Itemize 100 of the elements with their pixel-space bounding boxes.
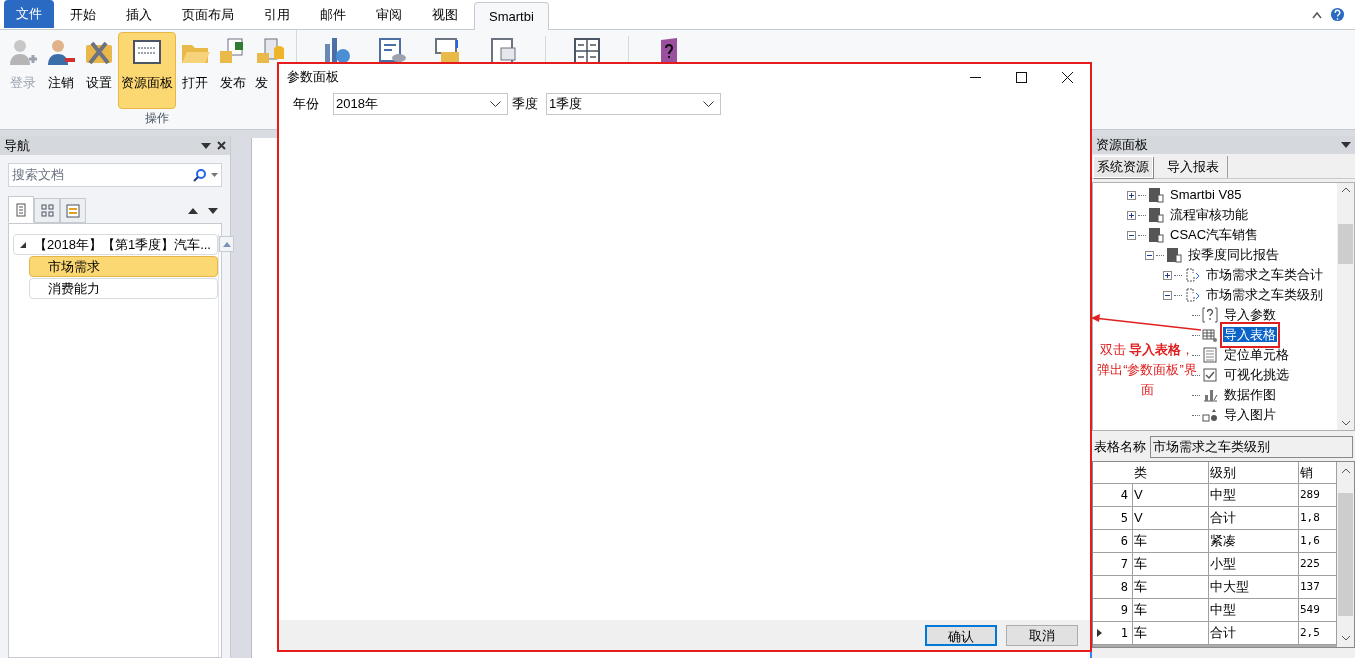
caret-icon[interactable] [1312, 11, 1322, 19]
scrollbar[interactable] [218, 234, 234, 657]
dropdown-icon[interactable] [201, 142, 211, 149]
ribbon-tab[interactable]: 开始 [56, 1, 110, 29]
help-icon[interactable] [1330, 7, 1345, 22]
report-icon [1184, 287, 1200, 303]
outline-heading[interactable]: 【2018年】【第1季度】汽车... [13, 234, 218, 255]
ribbon-tab[interactable]: 审阅 [362, 1, 416, 29]
row-header[interactable]: 4 [1093, 484, 1133, 506]
row-header[interactable]: 1 [1093, 622, 1133, 644]
table-cell: 中型 [1209, 484, 1299, 506]
param-label: 季度 [512, 95, 538, 114]
tree-item[interactable]: 数据作图 [1223, 387, 1277, 403]
ribbon-tab[interactable]: Smartbi [474, 2, 549, 30]
scrollbar[interactable] [1337, 462, 1354, 647]
table-name-field[interactable]: 市场需求之车类级别 [1150, 436, 1353, 458]
scroll-up-icon[interactable] [222, 241, 231, 247]
chevron-down-icon[interactable] [703, 101, 714, 107]
search-input[interactable]: 搜索文档 [12, 165, 193, 185]
up-arrow-icon[interactable] [188, 208, 198, 214]
table-cell: 车 [1133, 553, 1209, 575]
outline-item[interactable]: 市场需求 [29, 256, 218, 277]
maximize-icon [1015, 71, 1027, 83]
panel-tab[interactable]: 导入报表 [1159, 156, 1228, 178]
row-header[interactable]: 6 [1093, 530, 1133, 552]
row-header[interactable]: 5 [1093, 507, 1133, 529]
ribbon-tab[interactable]: 邮件 [306, 1, 360, 29]
tree-item[interactable]: CSAC汽车销售 [1169, 227, 1260, 243]
ribbon-tab[interactable]: 插入 [112, 1, 166, 29]
dropdown-icon[interactable] [1341, 142, 1351, 148]
param-dropdown[interactable]: 1季度 [546, 93, 721, 115]
folder-icon [1148, 227, 1164, 243]
column-header[interactable]: 级别 [1209, 462, 1299, 483]
table-cell: 车 [1133, 599, 1209, 621]
scroll-down-icon[interactable] [1341, 421, 1350, 426]
tree-item[interactable]: 导入图片 [1223, 407, 1277, 423]
tree-item[interactable]: Smartbi V85 [1169, 187, 1243, 203]
report-icon [1184, 267, 1200, 283]
ribbon-button[interactable]: 发布 [214, 32, 252, 109]
scroll-up-icon[interactable] [1341, 187, 1350, 192]
expand-icon[interactable] [1127, 190, 1136, 200]
table-cell: 中大型 [1209, 576, 1299, 598]
scrollbar-thumb[interactable] [1338, 224, 1353, 264]
tree-item[interactable]: 流程审核功能 [1169, 207, 1249, 223]
ribbon-button[interactable]: 打开 [176, 32, 214, 109]
panel-title: 资源面板 [1096, 136, 1149, 155]
dialog-title: 参数面板 [287, 68, 340, 87]
scrollbar[interactable] [1337, 183, 1354, 430]
caret-icon[interactable] [211, 173, 218, 177]
view-tab[interactable] [60, 198, 86, 223]
collapse-icon[interactable] [20, 241, 26, 248]
expand-icon[interactable] [1127, 210, 1136, 220]
ribbon-tab[interactable]: 引用 [250, 1, 304, 29]
ribbon-button[interactable]: 设置 [80, 32, 118, 109]
tree-item[interactable]: 可视化挑选 [1223, 367, 1290, 383]
expand-icon[interactable] [1163, 270, 1172, 280]
dialog-button[interactable]: 确认 [925, 624, 997, 646]
annotation-text: 双击 导入表格，弹出“参数面板”界面 [1096, 341, 1198, 399]
ribbon-tab[interactable]: 页面布局 [168, 1, 248, 29]
panel-tab[interactable]: 系统资源 [1093, 156, 1153, 178]
table-icon [1202, 327, 1218, 343]
tree-item[interactable]: 市场需求之车类合计 [1205, 267, 1324, 283]
ribbon-tab[interactable]: 视图 [418, 1, 472, 29]
search-field[interactable]: 搜索文档 [8, 163, 222, 187]
close-icon[interactable] [217, 141, 226, 150]
field-label: 表格名称 [1094, 438, 1146, 457]
table-cell: V [1133, 507, 1209, 529]
scroll-down-icon[interactable] [1341, 636, 1350, 641]
param-dropdown[interactable]: 2018年 [333, 93, 508, 115]
ribbon-tab[interactable]: 文件 [4, 0, 54, 28]
tree-item[interactable]: 导入表格 [1223, 327, 1277, 343]
row-header[interactable]: 7 [1093, 553, 1133, 575]
view-tab[interactable] [34, 198, 60, 223]
image-icon [1202, 407, 1218, 423]
down-arrow-icon[interactable] [208, 208, 218, 214]
row-header[interactable]: 9 [1093, 599, 1133, 621]
ribbon-button[interactable]: 注销 [42, 32, 80, 109]
param-label: 年份 [293, 95, 320, 114]
folder-icon [1166, 247, 1182, 263]
outline-item[interactable]: 消费能力 [29, 278, 218, 299]
search-icon[interactable] [193, 168, 206, 182]
table-cell: 小型 [1209, 553, 1299, 575]
collapse-icon[interactable] [1127, 230, 1136, 240]
collapse-icon[interactable] [1163, 290, 1172, 300]
folder-icon [1148, 187, 1164, 203]
row-header[interactable]: 8 [1093, 576, 1133, 598]
folder-icon [1148, 207, 1164, 223]
ribbon-button[interactable]: 资源面板 [118, 32, 176, 109]
tree-item[interactable]: 导入参数 [1223, 307, 1277, 323]
collapse-icon[interactable] [1145, 250, 1154, 260]
panel-title: 导航 [4, 136, 31, 155]
scroll-up-icon[interactable] [1341, 468, 1350, 473]
question-icon [1202, 307, 1218, 323]
tree-item[interactable]: 按季度同比报告 [1187, 247, 1280, 263]
tree-item[interactable]: 市场需求之车类级别 [1205, 287, 1324, 303]
column-header[interactable]: 类 [1133, 462, 1209, 483]
tree-item[interactable]: 定位单元格 [1223, 347, 1290, 363]
table-cell: V [1133, 484, 1209, 506]
chevron-down-icon[interactable] [490, 101, 501, 107]
dialog-button[interactable]: 取消 [1006, 624, 1078, 646]
